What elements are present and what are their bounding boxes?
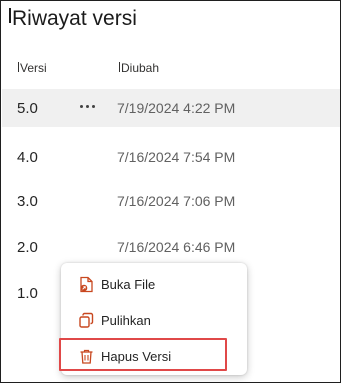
column-header-version[interactable]: Versi — [18, 61, 47, 75]
version-number: 1.0 — [17, 285, 38, 302]
more-dot — [85, 104, 89, 108]
modified-date: 7/16/2024 7:54 PM — [117, 149, 236, 165]
panel-title: Riwayat versi — [9, 7, 137, 31]
column-resize-handle[interactable] — [119, 62, 120, 72]
more-dot — [79, 104, 83, 108]
open-file-icon — [78, 276, 95, 293]
version-row[interactable]: 4.0 7/16/2024 7:54 PM — [2, 138, 340, 176]
menu-item-open-file[interactable]: Buka File — [61, 267, 247, 301]
more-dot — [91, 104, 95, 108]
menu-item-label: Pulihkan — [101, 313, 151, 328]
text-cursor — [9, 8, 11, 23]
modified-date: 7/16/2024 7:06 PM — [117, 193, 236, 209]
modified-date: 7/19/2024 4:22 PM — [117, 100, 236, 116]
more-options-button[interactable] — [74, 93, 100, 119]
highlight-box — [59, 338, 227, 371]
version-row[interactable]: 3.0 7/16/2024 7:06 PM — [2, 182, 340, 220]
restore-icon — [78, 312, 95, 329]
version-number: 4.0 — [17, 149, 38, 166]
column-header-modified[interactable]: Diubah — [119, 61, 159, 75]
column-header-modified-label: Diubah — [121, 61, 160, 75]
version-number: 2.0 — [17, 239, 38, 256]
column-resize-handle[interactable] — [18, 62, 19, 72]
version-number: 5.0 — [17, 100, 38, 117]
panel-title-text: Riwayat versi — [12, 7, 137, 30]
version-row[interactable]: 5.0 7/19/2024 4:22 PM — [2, 89, 340, 127]
modified-date: 7/16/2024 6:46 PM — [117, 239, 236, 255]
version-row[interactable]: 2.0 7/16/2024 6:46 PM — [2, 228, 340, 266]
menu-item-label: Buka File — [101, 277, 156, 292]
menu-item-restore[interactable]: Pulihkan — [61, 303, 247, 337]
version-number: 3.0 — [17, 193, 38, 210]
column-header-version-label: Versi — [20, 61, 47, 75]
version-history-panel: Riwayat versi Versi Diubah 5.0 7/19/2024… — [0, 0, 341, 383]
